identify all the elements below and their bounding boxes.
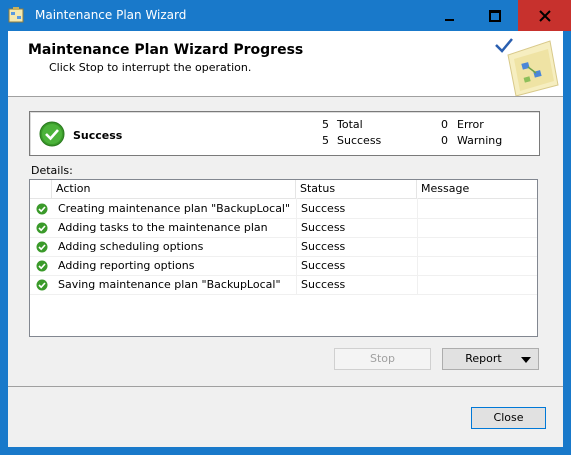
summary-status: Success — [73, 129, 123, 142]
error-label: Error — [457, 118, 484, 131]
row-message — [422, 237, 532, 256]
wizard-body: Maintenance Plan Wizard Progress Click S… — [8, 31, 563, 447]
column-header-action[interactable]: Action — [52, 180, 296, 198]
close-window-button[interactable] — [518, 0, 571, 31]
column-header-message[interactable]: Message — [417, 180, 537, 198]
wizard-window: Maintenance Plan Wizard Maintenance Plan… — [0, 0, 571, 455]
row-status: Success — [301, 221, 346, 234]
details-label: Details: — [31, 164, 73, 177]
table-row[interactable]: Saving maintenance plan "BackupLocal" Su… — [30, 275, 537, 295]
report-label: Report — [465, 352, 502, 365]
wizard-banner-icon — [495, 38, 559, 96]
table-row[interactable]: Adding reporting options Success — [30, 256, 537, 276]
page-subtitle: Click Stop to interrupt the operation. — [49, 61, 252, 74]
table-row[interactable]: Adding tasks to the maintenance plan Suc… — [30, 218, 537, 238]
footer-divider — [8, 386, 563, 387]
table-row[interactable]: Creating maintenance plan "BackupLocal" … — [30, 199, 537, 219]
success-icon — [36, 203, 48, 215]
row-status: Success — [301, 202, 346, 215]
table-row[interactable]: Adding scheduling options Success — [30, 237, 537, 257]
row-action: Creating maintenance plan "BackupLocal" — [58, 202, 291, 215]
row-message — [422, 199, 532, 218]
row-message — [422, 256, 532, 275]
row-message — [422, 218, 532, 237]
maximize-button[interactable] — [472, 0, 518, 31]
dropdown-arrow-icon[interactable] — [521, 357, 531, 363]
success-count: 5 — [322, 134, 329, 147]
success-icon — [36, 260, 48, 272]
minimize-icon — [444, 18, 454, 21]
grid-header: Action Status Message — [30, 180, 537, 199]
row-action: Adding reporting options — [58, 259, 195, 272]
success-icon — [36, 241, 48, 253]
row-status: Success — [301, 240, 346, 253]
title-bar[interactable]: Maintenance Plan Wizard — [0, 0, 571, 31]
total-label: Total — [337, 118, 363, 131]
summary-panel: Success 5 Total 5 Success 0 Error 0 Warn… — [29, 111, 540, 156]
row-message — [422, 275, 532, 294]
maximize-icon — [489, 9, 501, 22]
error-count: 0 — [441, 118, 448, 131]
stop-button[interactable]: Stop — [334, 348, 431, 370]
row-action: Adding scheduling options — [58, 240, 204, 253]
row-action: Saving maintenance plan "BackupLocal" — [58, 278, 281, 291]
success-icon — [36, 279, 48, 291]
app-icon — [8, 7, 24, 23]
column-header-icon[interactable] — [30, 180, 52, 198]
row-status: Success — [301, 278, 346, 291]
page-title: Maintenance Plan Wizard Progress — [28, 42, 304, 58]
minimize-button[interactable] — [426, 0, 472, 31]
success-label: Success — [337, 134, 382, 147]
report-button[interactable]: Report — [442, 348, 539, 370]
total-count: 5 — [322, 118, 329, 131]
row-action: Adding tasks to the maintenance plan — [58, 221, 268, 234]
window-title: Maintenance Plan Wizard — [35, 8, 187, 22]
warning-label: Warning — [457, 134, 503, 147]
wizard-header: Maintenance Plan Wizard Progress Click S… — [8, 31, 563, 97]
column-header-status[interactable]: Status — [296, 180, 417, 198]
row-status: Success — [301, 259, 346, 272]
details-grid[interactable]: Action Status Message Creating maintenan… — [29, 179, 538, 337]
success-icon — [36, 222, 48, 234]
warning-count: 0 — [441, 134, 448, 147]
close-button[interactable]: Close — [471, 407, 546, 429]
close-icon — [538, 9, 551, 22]
success-check-icon — [39, 121, 65, 147]
